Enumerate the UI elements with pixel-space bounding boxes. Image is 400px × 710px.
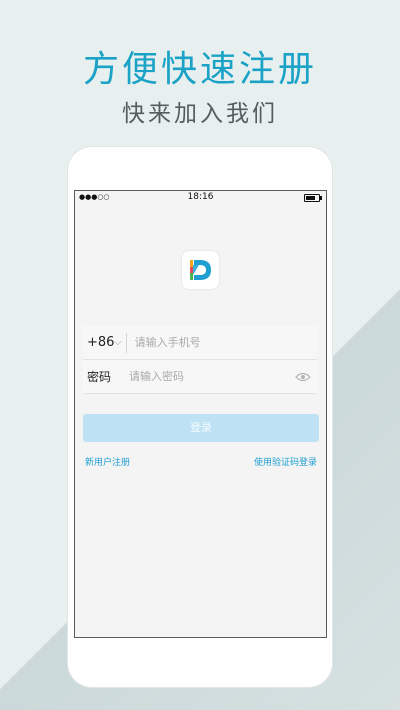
divider — [125, 332, 127, 353]
country-code[interactable]: +86 — [87, 335, 114, 350]
eye-icon[interactable] — [295, 372, 311, 382]
status-time: 18:16 — [187, 192, 214, 202]
status-bar: ●●●○○ 18:16 — [75, 191, 326, 205]
promo-subline: 快来加入我们 — [122, 101, 278, 127]
phone-screen: ●●●○○ 18:16 +86 ⌵ 密码 登录 新用户注册 — [74, 190, 327, 638]
sms-login-link[interactable]: 使用验证码登录 — [254, 455, 317, 468]
phone-input[interactable] — [134, 336, 317, 349]
app-logo — [182, 251, 219, 289]
login-button[interactable]: 登录 — [83, 414, 319, 442]
battery-icon — [304, 194, 322, 202]
phone-row: +86 ⌵ — [83, 326, 317, 360]
password-input[interactable] — [129, 370, 295, 383]
app-logo-d-icon — [190, 260, 211, 280]
password-row: 密码 — [83, 360, 317, 394]
register-link[interactable]: 新用户注册 — [85, 455, 130, 468]
chevron-down-icon[interactable]: ⌵ — [114, 337, 122, 348]
promo-headline: 方便快速注册 — [82, 49, 317, 90]
password-label: 密码 — [87, 370, 112, 384]
